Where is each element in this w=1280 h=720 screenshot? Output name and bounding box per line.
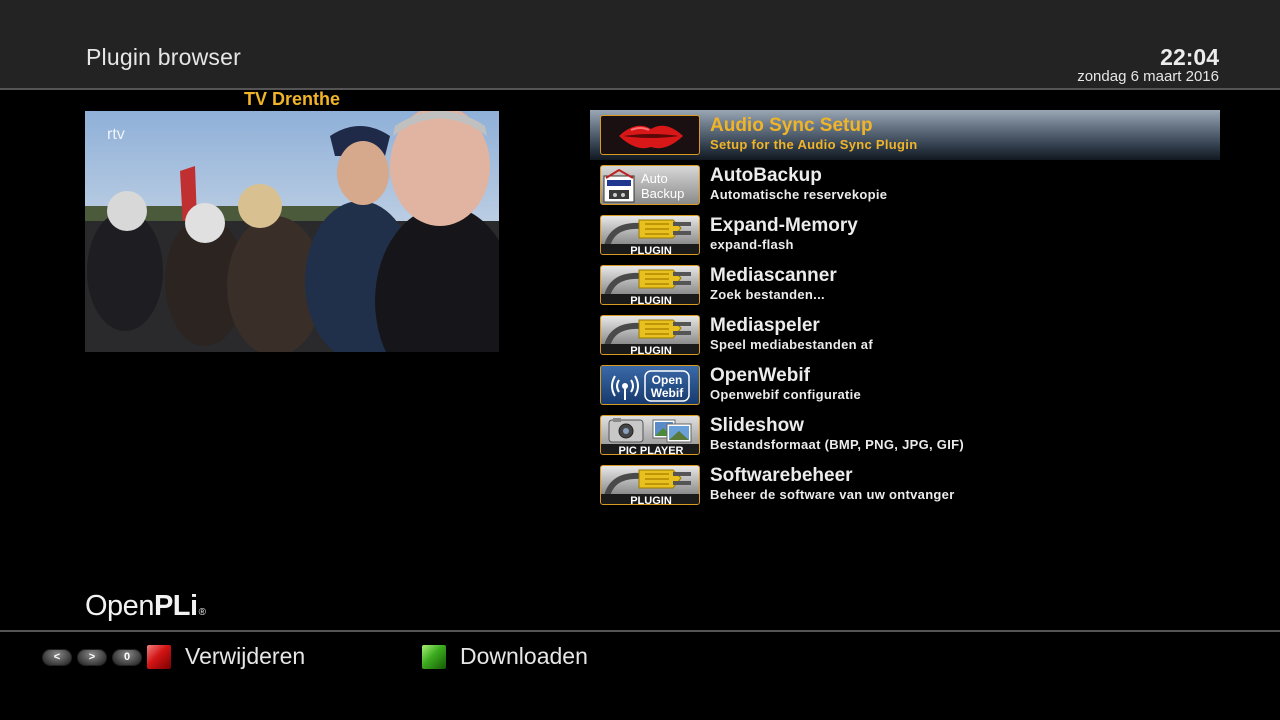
plugin-cable-icon: PLUGIN xyxy=(600,265,700,305)
plugin-cable-icon: PLUGIN xyxy=(600,215,700,255)
next-key-button[interactable]: > xyxy=(77,649,107,666)
plugin-item-autobackup[interactable]: Auto Backup AutoBackup Automatische rese… xyxy=(590,160,1220,210)
openpli-logo: OpenPLi® xyxy=(85,590,206,623)
icon-label: Backup xyxy=(641,186,684,201)
logo-bold-text: PLi xyxy=(153,590,198,622)
icon-label: PLUGIN xyxy=(630,345,672,355)
prev-key-button[interactable]: < xyxy=(42,649,72,666)
icon-label: Webif xyxy=(651,386,684,400)
plugin-item-mediascanner[interactable]: PLUGIN Mediascanner Zoek bestanden... xyxy=(590,260,1220,310)
icon-label: Auto xyxy=(641,171,668,186)
auto-backup-icon: Auto Backup xyxy=(600,165,700,205)
registered-mark: ® xyxy=(198,607,206,618)
plugin-name: OpenWebif xyxy=(710,365,810,386)
channel-name: TV Drenthe xyxy=(243,89,340,109)
tv-preview: rtv xyxy=(85,111,499,352)
plugin-name: AutoBackup xyxy=(710,165,822,186)
lips-icon xyxy=(600,115,700,155)
plugin-name: Mediascanner xyxy=(710,265,837,286)
tv-preview-image: rtv xyxy=(85,111,499,352)
openwebif-icon: Open Webif xyxy=(600,365,700,405)
plugin-item-openwebif[interactable]: Open Webif OpenWebif Openwebif configura… xyxy=(590,360,1220,410)
plugin-item-expand-memory[interactable]: PLUGIN Expand-Memory expand-flash xyxy=(590,210,1220,260)
icon-label: Open xyxy=(652,373,683,387)
date: zondag 6 maart 2016 xyxy=(1077,68,1219,85)
icon-label: PIC PLAYER xyxy=(618,445,683,455)
icon-label: PLUGIN xyxy=(630,295,672,305)
clock: 22:04 xyxy=(1160,44,1219,70)
plugin-name: Mediaspeler xyxy=(710,315,820,336)
plugin-item-audio-sync-setup[interactable]: Audio Sync Setup Setup for the Audio Syn… xyxy=(590,110,1220,160)
icon-label: PLUGIN xyxy=(630,245,672,255)
plugin-description: Setup for the Audio Sync Plugin xyxy=(710,137,918,152)
plugin-description: Automatische reservekopie xyxy=(710,187,888,202)
icon-label: PLUGIN xyxy=(630,495,672,505)
green-key-label[interactable]: Downloaden xyxy=(460,643,588,670)
red-key-label[interactable]: Verwijderen xyxy=(185,643,305,670)
plugin-name: Softwarebeheer xyxy=(710,465,853,486)
plugin-description: Openwebif configuratie xyxy=(710,387,862,402)
plugin-cable-icon: PLUGIN xyxy=(600,315,700,355)
channel-watermark: rtv xyxy=(107,126,125,143)
plugin-item-slideshow[interactable]: PIC PLAYER Slideshow Bestandsformaat (BM… xyxy=(590,410,1220,460)
plugin-description: expand-flash xyxy=(710,237,794,252)
red-key-icon[interactable] xyxy=(147,645,171,669)
plugin-name: Expand-Memory xyxy=(710,215,858,236)
plugin-description: Beheer de software van uw ontvanger xyxy=(710,487,955,502)
plugin-item-mediaspeler[interactable]: PLUGIN Mediaspeler Speel mediabestanden … xyxy=(590,310,1220,360)
plugin-description: Bestandsformaat (BMP, PNG, JPG, GIF) xyxy=(710,437,964,452)
green-key-icon[interactable] xyxy=(422,645,446,669)
pic-player-icon: PIC PLAYER xyxy=(600,415,700,455)
logo-light-text: Open xyxy=(85,590,154,622)
page-title: Plugin browser xyxy=(86,44,241,70)
plugin-item-softwarebeheer[interactable]: PLUGIN Softwarebeheer Beheer de software… xyxy=(590,460,1220,510)
zero-key-button[interactable]: 0 xyxy=(112,649,142,666)
header-bar: Plugin browser 22:04 zondag 6 maart 2016 xyxy=(0,0,1280,90)
plugin-description: Speel mediabestanden af xyxy=(710,337,873,352)
plugin-list[interactable]: Audio Sync Setup Setup for the Audio Syn… xyxy=(590,110,1220,510)
plugin-cable-icon: PLUGIN xyxy=(600,465,700,505)
plugin-name: Audio Sync Setup xyxy=(710,115,873,136)
plugin-description: Zoek bestanden... xyxy=(710,287,825,302)
plugin-name: Slideshow xyxy=(710,415,804,436)
